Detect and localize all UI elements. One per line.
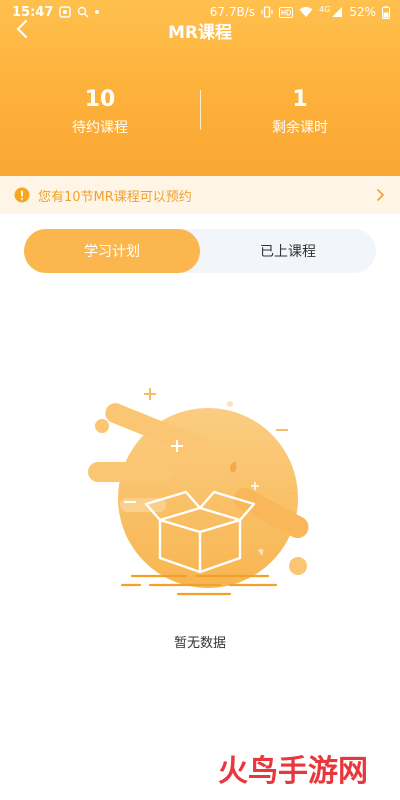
stat-remaining-label: 剩余课时 <box>272 120 328 136</box>
header: 15:47 67.7B/s 4G 52% MR课程 10 待约课程 1 剩余课时 <box>0 0 400 176</box>
nav-bar: MR课程 <box>0 12 400 46</box>
booking-notice[interactable]: 您有10节MR课程可以预约 <box>0 176 400 214</box>
stat-remaining-hours: 1 剩余课时 <box>200 86 400 139</box>
tab-study-plan[interactable]: 学习计划 <box>24 229 200 273</box>
stat-pending-label: 待约课程 <box>72 120 128 136</box>
watermark-logo: 火鸟手游网 <box>196 746 390 794</box>
page-title: MR课程 <box>167 23 232 43</box>
stat-remaining-value: 1 <box>292 87 308 112</box>
empty-state-text: 暂无数据 <box>173 636 226 651</box>
info-icon <box>14 187 30 203</box>
stats-panel: 10 待约课程 1 剩余课时 <box>0 86 400 146</box>
empty-box-illustration <box>88 388 309 596</box>
course-tabs: 学习计划 已上课程 <box>24 229 376 273</box>
chevron-right-icon <box>377 189 384 201</box>
notice-text: 您有10节MR课程可以预约 <box>38 189 192 205</box>
tab-attended-courses[interactable]: 已上课程 <box>200 229 376 273</box>
watermark-text: 火鸟手游网 <box>218 754 368 789</box>
stat-pending-courses: 10 待约课程 <box>0 86 200 139</box>
stat-pending-value: 10 <box>84 87 116 112</box>
